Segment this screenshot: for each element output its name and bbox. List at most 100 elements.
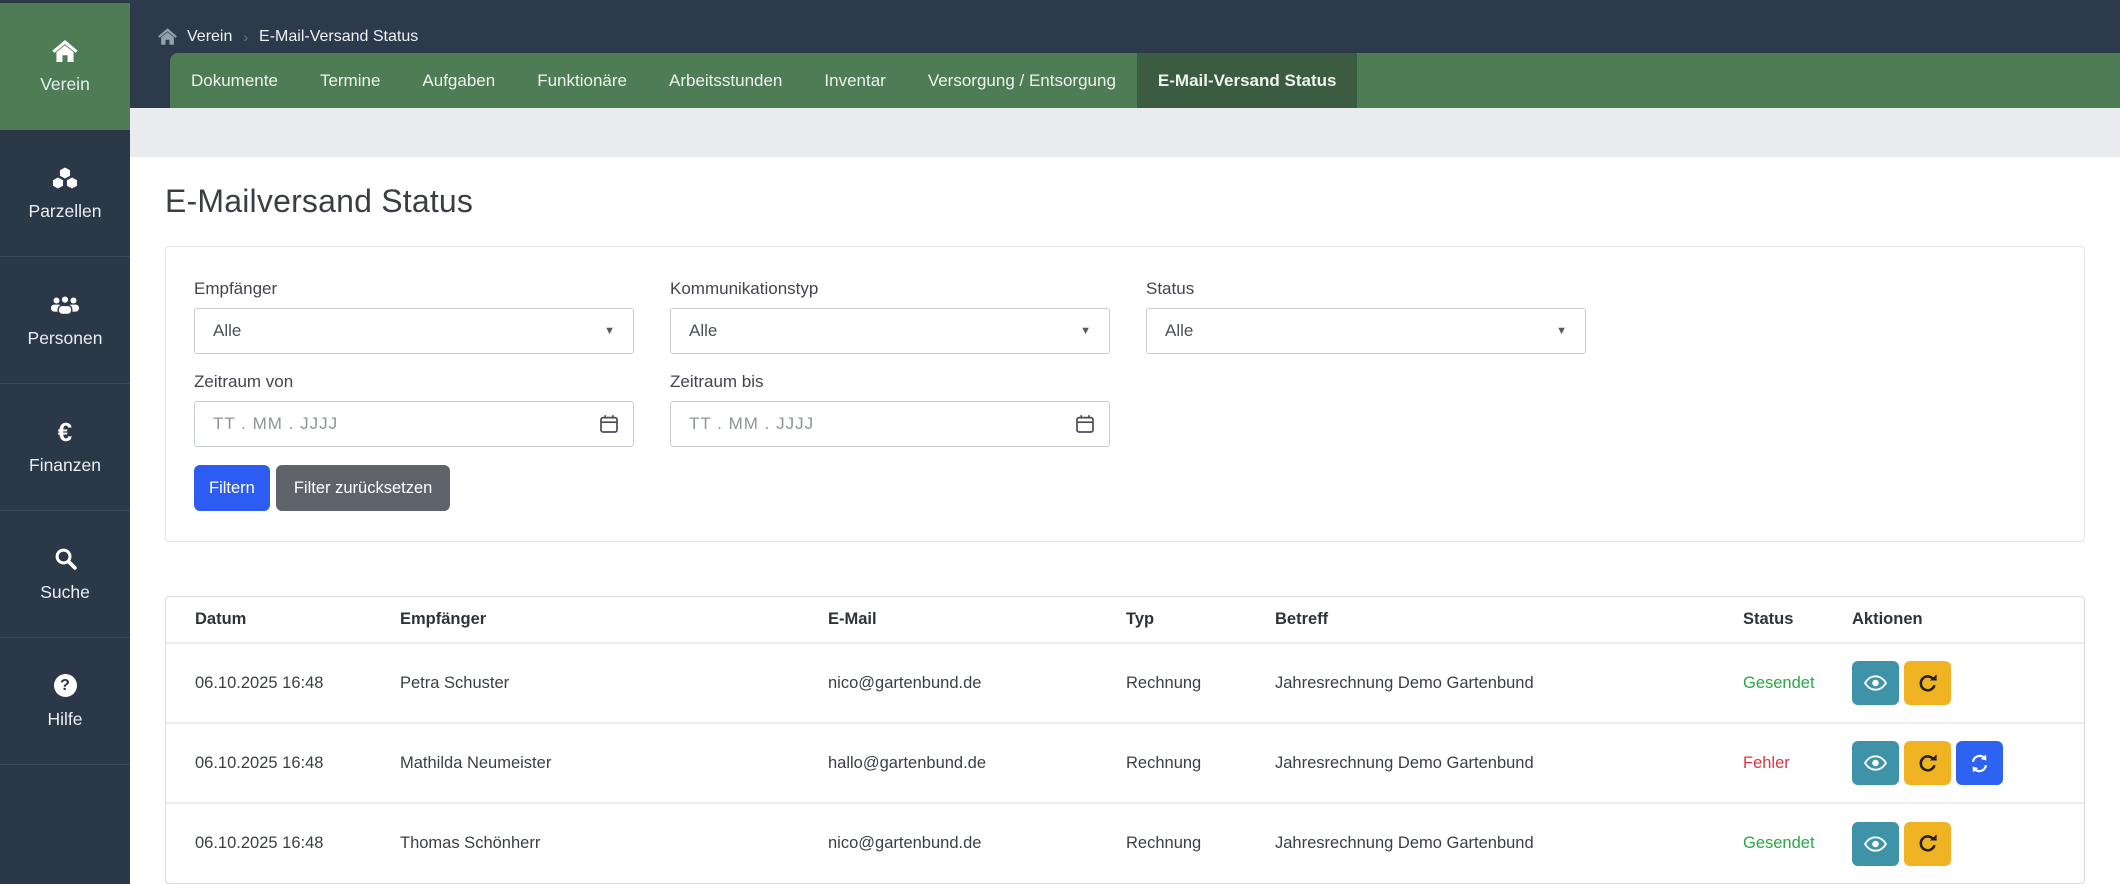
redo-icon <box>1918 834 1937 853</box>
users-icon <box>50 292 80 318</box>
resend-email-button[interactable] <box>1904 661 1951 705</box>
retry-email-button[interactable] <box>1956 741 2003 785</box>
cell-empfaenger: Petra Schuster <box>371 642 799 723</box>
filter-panel: Empfänger Alle ▼ Kommunikationstyp Alle … <box>165 246 2085 542</box>
tab-e-mail-versand-status[interactable]: E-Mail-Versand Status <box>1136 53 1358 109</box>
view-email-button[interactable] <box>1852 741 1899 785</box>
tab-bar: Dokumente Termine Aufgaben Funktionäre Arbei… <box>170 53 2120 109</box>
column-header-aktionen: Aktionen <box>1852 610 1923 628</box>
chevron-down-icon: ▼ <box>1080 325 1091 337</box>
eye-icon <box>1864 675 1887 691</box>
cell-betreff: Jahresrechnung Demo Gartenbund <box>1246 722 1714 803</box>
zeitraum-von-label: Zeitraum von <box>194 372 294 391</box>
chevron-right-icon: › <box>243 28 249 45</box>
sidebar-item-label: Suche <box>40 581 90 602</box>
main-area: Verein › E-Mail-Versand Status Dokumente… <box>130 0 2120 884</box>
table-header-row: Datum Empfänger E-Mail Typ Betreff Statu… <box>166 597 2084 643</box>
tab-versorgung-entsorgung[interactable]: Versorgung / Entsorgung <box>907 53 1137 108</box>
email-status-table: Datum Empfänger E-Mail Typ Betreff Statu… <box>165 596 2085 884</box>
cell-empfaenger: Mathilda Neumeister <box>371 722 799 803</box>
tab-termine[interactable]: Termine <box>299 53 401 108</box>
redo-icon <box>1918 673 1937 693</box>
kommunikationstyp-label: Kommunikationstyp <box>670 279 819 298</box>
sidebar-item-label: Finanzen <box>29 454 101 475</box>
status-select[interactable]: Alle ▼ <box>1146 308 1586 354</box>
breadcrumb-item-verein[interactable]: Verein <box>187 28 232 46</box>
top-header: Verein › E-Mail-Versand Status Dokumente… <box>130 0 2120 109</box>
column-header-typ: Typ <box>1126 610 1155 628</box>
redo-icon <box>1918 753 1937 773</box>
cell-email: hallo@gartenbund.de <box>799 722 1097 803</box>
filter-reset-button[interactable]: Filter zurücksetzen <box>275 465 451 511</box>
tab-funktion-re[interactable]: Funktionäre <box>516 53 648 108</box>
cell-aktionen <box>1823 802 2084 883</box>
app-root: Verein Parzellen Personen € Finanzen Suche? Hi… <box>0 0 2120 884</box>
home-icon <box>52 38 78 64</box>
table-row: 06.10.2025 16:48 Mathilda Neumeister hallo… <box>166 722 2084 803</box>
breadcrumb-item-current: E-Mail-Versand Status <box>259 27 419 45</box>
page-title: E-Mailversand Status <box>165 183 474 219</box>
resend-email-button[interactable] <box>1904 821 1951 866</box>
cell-aktionen <box>1823 722 2084 803</box>
search-icon <box>54 546 77 572</box>
zeitraum-bis-input[interactable] <box>689 414 1075 434</box>
status-badge: Fehler <box>1714 722 1823 803</box>
empfaenger-label: Empfänger <box>194 279 278 298</box>
column-header-betreff: Betreff <box>1275 610 1329 628</box>
cell-empfaenger: Thomas Schönherr <box>371 802 799 883</box>
sidebar-item-suche[interactable]: Suche <box>0 511 130 638</box>
cell-email: nico@gartenbund.de <box>799 802 1097 883</box>
chevron-down-icon: ▼ <box>1556 325 1567 337</box>
sidebar-item-verein[interactable]: Verein <box>0 3 130 130</box>
sidebar: Verein Parzellen Personen € Finanzen Suche? Hi… <box>0 0 130 884</box>
status-badge: Gesendet <box>1714 802 1823 883</box>
sync-icon <box>1970 754 1989 773</box>
empfaenger-select[interactable]: Alle ▼ <box>194 308 634 354</box>
kommunikationstyp-select[interactable]: Alle ▼ <box>670 308 1110 354</box>
home-icon[interactable] <box>158 28 177 45</box>
column-header-email: E-Mail <box>828 610 877 628</box>
cubes-icon <box>50 165 80 191</box>
cell-betreff: Jahresrechnung Demo Gartenbund <box>1246 802 1714 883</box>
cell-typ: Rechnung <box>1097 642 1246 723</box>
cell-datum: 06.10.2025 16:48 <box>166 642 371 723</box>
sidebar-item-label: Personen <box>27 327 103 348</box>
sidebar-item-label: Verein <box>40 74 90 94</box>
sidebar-item-label: Hilfe <box>47 708 83 729</box>
chevron-down-icon: ▼ <box>604 325 615 337</box>
tab-aufgaben[interactable]: Aufgaben <box>401 53 516 108</box>
resend-email-button[interactable] <box>1904 741 1951 785</box>
cell-aktionen <box>1823 642 2084 723</box>
tab-inventar[interactable]: Inventar <box>803 53 906 108</box>
sidebar-item-hilfe[interactable]: ? Hilfe <box>0 638 130 765</box>
cell-datum: 06.10.2025 16:48 <box>166 802 371 883</box>
table-row: 06.10.2025 16:48 Petra Schuster nico@garte… <box>166 642 2084 723</box>
cell-email: nico@gartenbund.de <box>799 642 1097 723</box>
status-label: Status <box>1146 279 1195 298</box>
euro-icon: € <box>57 416 73 447</box>
calendar-icon[interactable] <box>1075 414 1095 434</box>
column-header-empfaenger: Empfänger <box>400 610 487 628</box>
sidebar-item-finanzen[interactable]: € Finanzen <box>0 384 130 511</box>
cell-typ: Rechnung <box>1097 802 1246 883</box>
calendar-icon[interactable] <box>599 414 619 434</box>
sidebar-item-label: Parzellen <box>28 200 102 221</box>
table-row: 06.10.2025 16:48 Thomas Schönherr nico@gar… <box>166 802 2084 883</box>
cell-typ: Rechnung <box>1097 722 1246 803</box>
filter-button[interactable]: Filtern <box>194 465 270 511</box>
tab-dokumente[interactable]: Dokumente <box>170 53 299 108</box>
page-content: E-Mailversand Status Empfänger Alle ▼ Ko… <box>130 157 2120 884</box>
view-email-button[interactable] <box>1852 821 1899 866</box>
sidebar-item-personen[interactable]: Personen <box>0 257 130 384</box>
help-icon: ? <box>53 673 77 699</box>
status-badge: Gesendet <box>1714 642 1823 723</box>
eye-icon <box>1864 755 1887 771</box>
page-background-band <box>130 108 2120 157</box>
zeitraum-von-input[interactable] <box>213 414 599 434</box>
tab-arbeitsstunden[interactable]: Arbeitsstunden <box>648 53 803 108</box>
column-header-status: Status <box>1743 610 1794 628</box>
eye-icon <box>1864 835 1887 852</box>
cell-datum: 06.10.2025 16:48 <box>166 722 371 803</box>
view-email-button[interactable] <box>1852 661 1899 705</box>
sidebar-item-parzellen[interactable]: Parzellen <box>0 130 130 257</box>
